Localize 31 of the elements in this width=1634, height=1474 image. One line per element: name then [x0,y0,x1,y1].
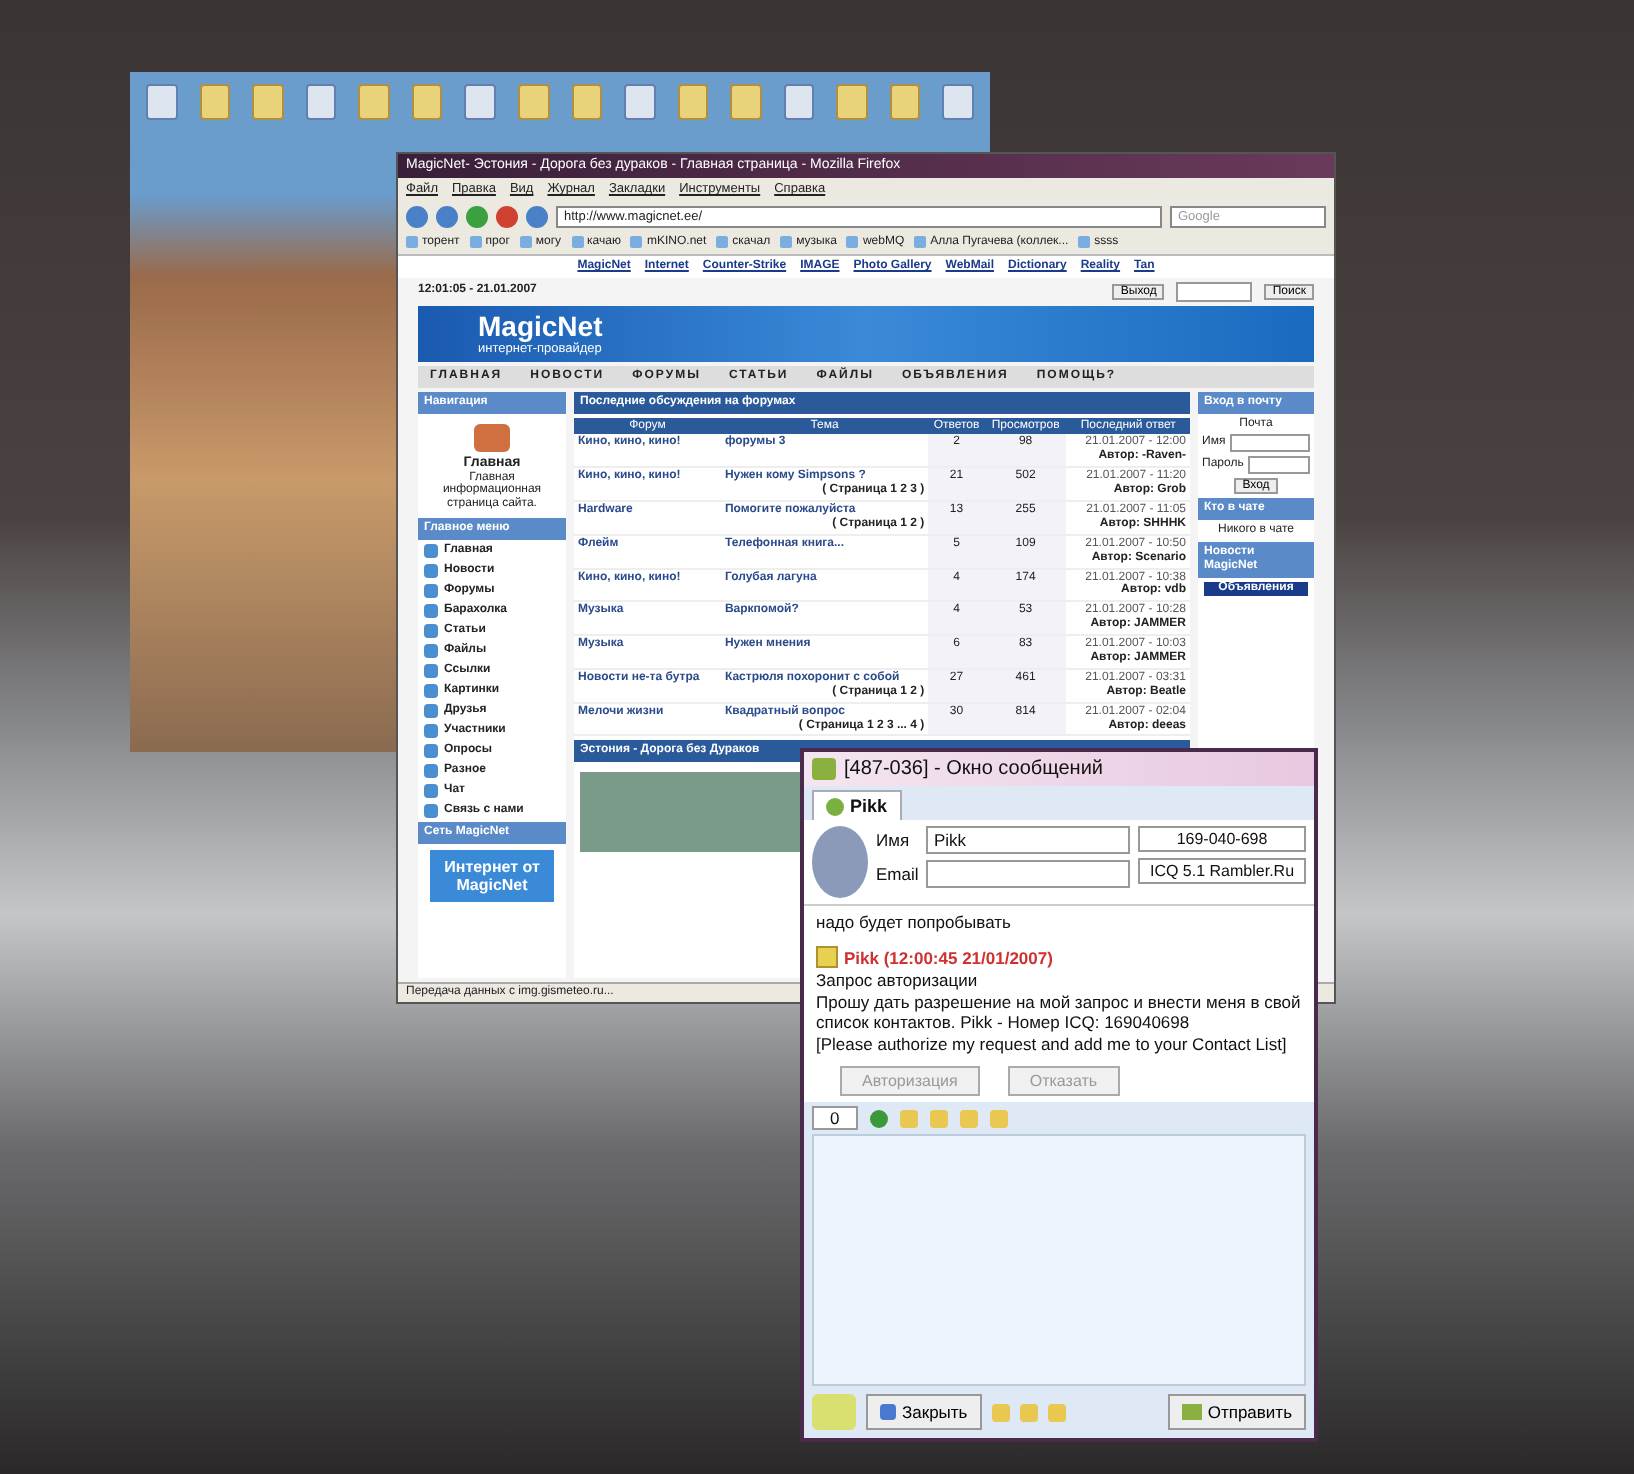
name-field[interactable] [1229,434,1310,453]
folder-icon[interactable] [517,84,549,120]
contact-tab[interactable]: Pikk [812,790,902,820]
avatar [812,826,868,898]
folder-icon[interactable] [411,84,443,120]
folder-icon[interactable] [730,84,762,120]
close-button[interactable]: Закрыть [866,1394,982,1430]
message-input[interactable] [812,1134,1306,1386]
field-label: Email [876,864,920,884]
email-field[interactable] [926,860,1130,888]
message-header: Pikk (12:00:45 21/01/2007) [844,947,1053,967]
client-field: ICQ 5.1 Rambler.Ru [1138,858,1306,884]
name-field[interactable]: Pikk [926,826,1130,854]
char-counter: 0 [812,1106,858,1130]
message-text: надо будет попробывать [816,912,1013,932]
folder-icon[interactable] [358,84,390,120]
field-label: Имя [876,830,912,850]
send-button[interactable]: Отправить [1167,1394,1306,1430]
search-input[interactable] [1176,281,1253,302]
logo-text: MagicNet [478,309,605,342]
message-text: [Please authorize my request and add me to your Contact List] [816,1034,1289,1054]
password-field[interactable] [1247,456,1310,475]
folder-icon[interactable] [571,84,603,120]
folder-icon[interactable] [889,84,921,120]
window-title: [487-036] - Окно сообщений [844,758,1103,780]
folder-icon[interactable] [836,84,868,120]
uin-field: 169-040-698 [1138,826,1306,852]
ad-banner[interactable]: Интернет от MagicNet [430,850,554,903]
folder-icon[interactable] [677,84,709,120]
folder-icon[interactable] [199,84,231,120]
folder-icon[interactable] [252,84,284,120]
